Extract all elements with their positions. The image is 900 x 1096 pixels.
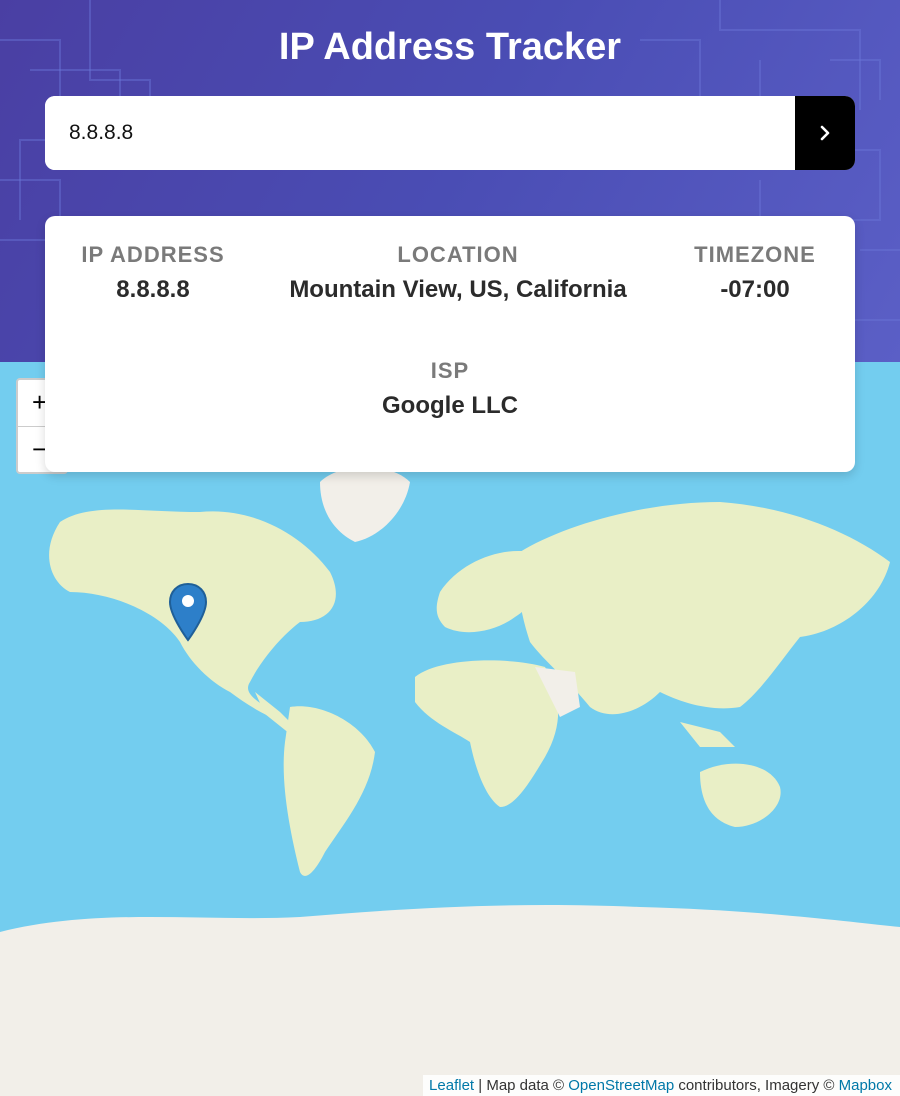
- map-attribution: Leaflet | Map data © OpenStreetMap contr…: [423, 1075, 900, 1096]
- world-map-tiles: [0, 362, 900, 1096]
- info-timezone: TIMEZONE -07:00: [655, 242, 855, 304]
- isp-value: Google LLC: [382, 392, 518, 419]
- ip-address-label: IP ADDRESS: [81, 242, 225, 267]
- openstreetmap-link[interactable]: OpenStreetMap: [568, 1077, 674, 1094]
- location-label: LOCATION: [397, 242, 519, 267]
- map-view[interactable]: + − Leaflet | Map data © OpenStreetMap c…: [0, 362, 900, 1096]
- timezone-label: TIMEZONE: [694, 242, 816, 267]
- leaflet-link[interactable]: Leaflet: [429, 1077, 474, 1094]
- page-title: IP Address Tracker: [278, 26, 622, 68]
- chevron-right-icon: [820, 125, 830, 141]
- mapbox-link[interactable]: Mapbox: [839, 1077, 892, 1094]
- ip-info-card: IP ADDRESS 8.8.8.8 LOCATION Mountain Vie…: [45, 216, 855, 472]
- info-location: LOCATION Mountain View, US, California: [261, 242, 655, 304]
- ip-search-form: [45, 96, 855, 170]
- search-submit-button[interactable]: [795, 96, 855, 170]
- timezone-value: -07:00: [720, 276, 790, 303]
- info-isp: ISP Google LLC: [45, 358, 855, 420]
- ip-search-input[interactable]: [45, 96, 795, 170]
- info-ip-address: IP ADDRESS 8.8.8.8: [45, 242, 261, 304]
- map-pin-icon[interactable]: [167, 582, 209, 644]
- location-value: Mountain View, US, California: [289, 276, 627, 303]
- continent-antarctica: [0, 905, 900, 1096]
- attribution-text: | Map data ©: [474, 1077, 569, 1094]
- isp-label: ISP: [430, 358, 470, 383]
- attribution-text-2: contributors, Imagery ©: [674, 1077, 839, 1094]
- ip-address-value: 8.8.8.8: [116, 276, 190, 303]
